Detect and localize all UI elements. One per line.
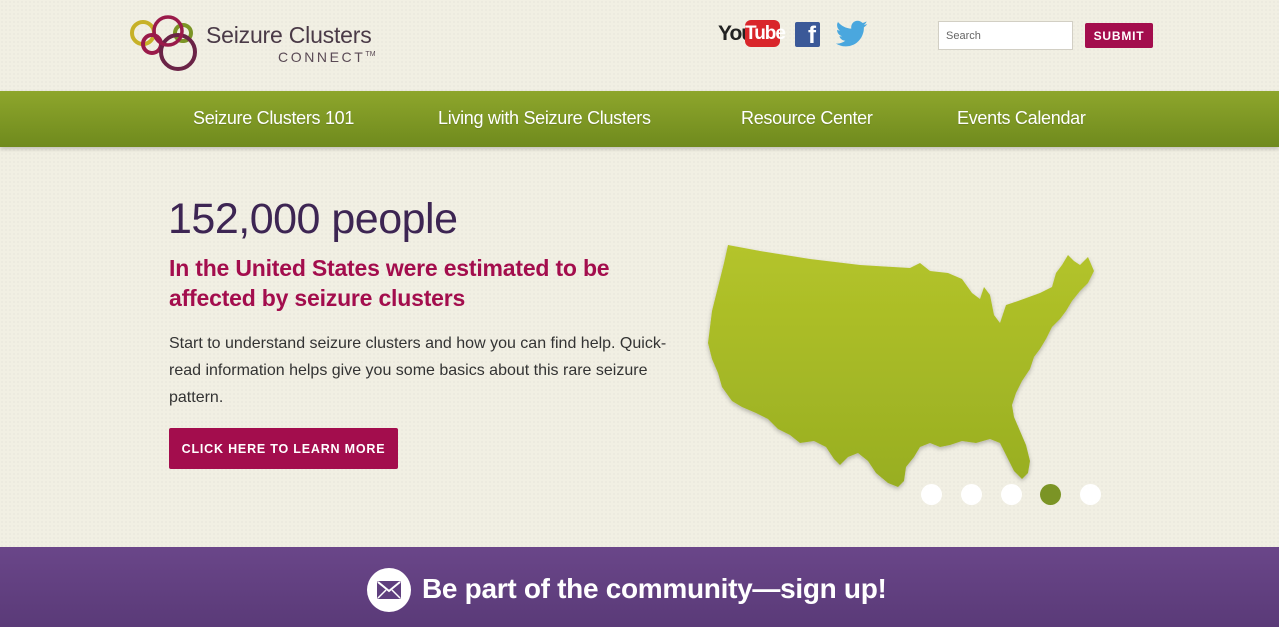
- envelope-icon: [367, 568, 411, 612]
- page: Seizure Clusters CONNECTTM You Tube f SU…: [0, 0, 1279, 627]
- hero-heading: In the United States were estimated to b…: [169, 255, 610, 311]
- search-input[interactable]: [938, 21, 1073, 50]
- nav-item-living-with-seizure-clusters[interactable]: Living with Seizure Clusters: [438, 108, 651, 129]
- carousel-dot-5[interactable]: [1080, 484, 1101, 505]
- carousel-dot-2[interactable]: [961, 484, 982, 505]
- facebook-glyph: f: [808, 22, 816, 47]
- site-header: Seizure Clusters CONNECTTM You Tube f SU…: [0, 0, 1279, 91]
- youtube-tube-text: Tube: [745, 20, 786, 47]
- carousel-dot-4[interactable]: [1040, 484, 1061, 505]
- search-submit-button[interactable]: SUBMIT: [1085, 23, 1153, 48]
- carousel-dot-1[interactable]: [921, 484, 942, 505]
- logo-rings-icon: [130, 15, 197, 71]
- hero-stat: 152,000 people: [168, 195, 458, 243]
- signup-bar[interactable]: Be part of the community—sign up!: [0, 547, 1279, 627]
- youtube-icon[interactable]: You Tube: [718, 20, 786, 50]
- carousel-dots: [921, 484, 1111, 506]
- nav-item-events-calendar[interactable]: Events Calendar: [957, 108, 1086, 129]
- logo-title: Seizure Clusters: [206, 22, 372, 48]
- facebook-icon[interactable]: f: [795, 22, 820, 47]
- main-nav: Seizure Clusters 101 Living with Seizure…: [0, 91, 1279, 147]
- twitter-icon[interactable]: [835, 20, 868, 48]
- nav-item-resource-center[interactable]: Resource Center: [741, 108, 873, 129]
- site-logo[interactable]: Seizure Clusters CONNECTTM: [130, 14, 390, 74]
- signup-text[interactable]: Be part of the community—sign up!: [422, 573, 887, 605]
- hero-body: Start to understand seizure clusters and…: [169, 335, 667, 406]
- us-map-image: [700, 235, 1105, 495]
- nav-item-seizure-clusters-101[interactable]: Seizure Clusters 101: [193, 108, 354, 129]
- learn-more-button[interactable]: CLICK HERE TO LEARN MORE: [169, 428, 398, 469]
- carousel-dot-3[interactable]: [1001, 484, 1022, 505]
- logo-subtitle: CONNECTTM: [278, 49, 376, 65]
- trademark-mark: TM: [365, 51, 376, 58]
